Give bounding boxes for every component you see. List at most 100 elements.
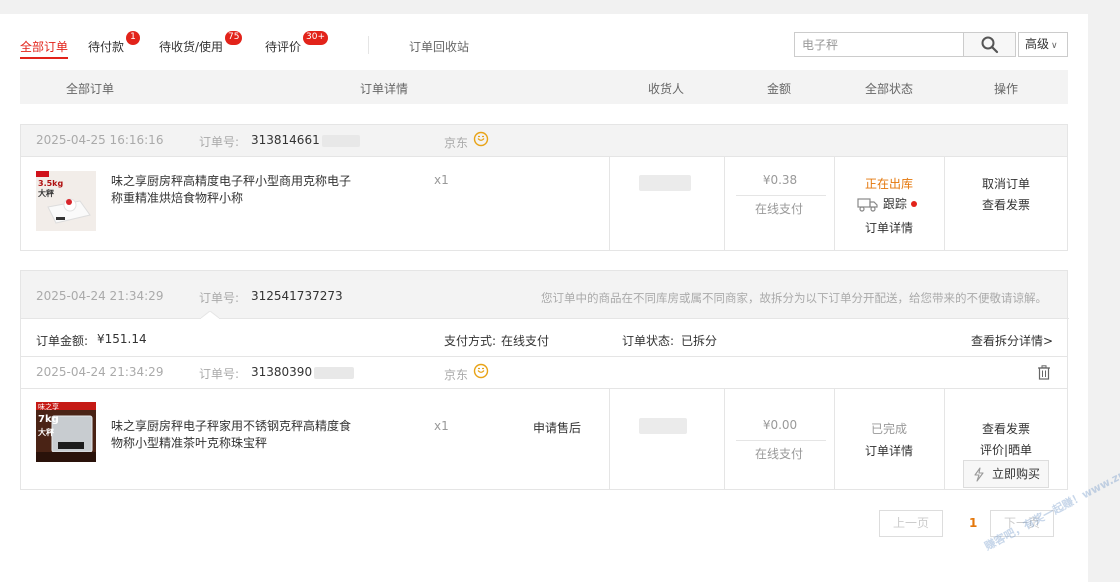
notification-dot — [910, 200, 917, 207]
order-datetime: 2025-04-24 21:34:29 — [36, 289, 164, 303]
amount-divider — [736, 195, 826, 196]
amount-divider — [736, 440, 826, 441]
product-quantity: x1 — [434, 419, 449, 433]
column-divider — [944, 389, 945, 489]
count-badge: 75 — [225, 31, 243, 45]
lightning-icon — [974, 467, 984, 482]
payment-method: 在线支付 — [755, 447, 804, 461]
prev-page-button[interactable]: 上一页 — [879, 510, 943, 537]
truck-icon — [857, 197, 878, 212]
product-title[interactable]: 味之享厨房秤高精度电子秤小型商用克称电子称重精准烘焙食物秤小称 — [111, 173, 356, 207]
product-quantity: x1 — [434, 173, 449, 187]
chevron-down-icon: ∨ — [1051, 41, 1058, 51]
order-no-label: 订单号: — [199, 367, 240, 381]
payment-method: 在线支付 — [755, 202, 804, 216]
order-card: 2025-04-25 16:16:16 订单号: 313814661 京东 3.… — [20, 124, 1068, 251]
tab-recycle-bin[interactable]: 订单回收站 — [409, 38, 469, 55]
tab-pending-receipt[interactable]: 待收货/使用 75 — [159, 31, 243, 55]
redacted-block — [314, 366, 355, 379]
cancel-order-link[interactable]: 取消订单 — [982, 175, 1030, 192]
thumb-caption: 大秤 — [38, 189, 54, 198]
thumb-brand: 味之享 — [38, 403, 59, 411]
column-divider — [609, 389, 610, 489]
receiver-name[interactable] — [639, 418, 687, 434]
advanced-search-dropdown[interactable]: 高级 ∨ — [1018, 32, 1068, 57]
chat-icon[interactable] — [473, 131, 489, 147]
sub-order-datetime: 2025-04-24 21:34:29 — [36, 365, 164, 379]
column-divider — [944, 157, 945, 250]
thumb-weight: 3.5kg — [38, 179, 64, 188]
table-header: 全部订单 订单详情 收货人 金额 全部状态 操作 — [20, 70, 1068, 104]
total-amount-label: 订单金额: — [36, 334, 89, 348]
tab-pending-payment[interactable]: 待付款 1 — [88, 31, 140, 55]
order-detail-link[interactable]: 订单详情 — [865, 442, 913, 459]
order-header: 2025-04-24 21:34:29 订单号: 312541737273 您订… — [21, 271, 1067, 318]
current-page[interactable]: 1 — [969, 516, 977, 530]
column-divider — [724, 157, 725, 250]
order-number[interactable]: 31380390 — [251, 365, 355, 379]
track-link[interactable]: 跟踪 — [857, 195, 917, 212]
review-link[interactable]: 评价|晒单 — [980, 441, 1032, 458]
search-input[interactable] — [794, 32, 964, 57]
order-number[interactable]: 312541737273 — [251, 289, 343, 303]
view-invoice-link[interactable]: 查看发票 — [982, 196, 1030, 213]
column-divider — [724, 389, 725, 489]
search-button[interactable] — [963, 32, 1016, 57]
split-notice: 您订单中的商品在不同库房或属不同商家，故拆分为以下订单分开配送，给您带来的不便敬… — [541, 291, 1047, 305]
column-header[interactable]: 全部订单 — [66, 80, 114, 97]
order-amount: ¥0.00 — [762, 418, 798, 432]
redacted-block — [639, 418, 687, 434]
order-no-label: 订单号: — [199, 291, 240, 305]
column-header[interactable]: 全部状态 — [865, 80, 913, 97]
order-number-text: 31380390 — [251, 365, 313, 379]
tab-all-orders[interactable]: 全部订单 — [20, 38, 69, 59]
order-detail-link[interactable]: 订单详情 — [865, 219, 913, 236]
state-value: 已拆分 — [681, 334, 718, 348]
thumb-caption: 大秤 — [38, 428, 54, 437]
column-divider — [834, 389, 835, 489]
order-card: 2025-04-24 21:34:29 订单号: 312541737273 您订… — [20, 270, 1069, 490]
track-label: 跟踪 — [882, 197, 907, 211]
product-title[interactable]: 味之享厨房秤电子秤家用不锈钢克秤高精度食物称小型精准茶叶克称珠宝秤 — [111, 418, 356, 452]
column-header: 订单详情 — [360, 82, 409, 96]
advanced-label: 高级 — [1025, 37, 1050, 51]
view-split-details-link[interactable]: 查看拆分详情> — [971, 332, 1053, 349]
shop-name[interactable]: 京东 — [444, 366, 468, 383]
total-amount: ¥151.14 — [97, 332, 147, 346]
receiver-name[interactable] — [639, 175, 691, 191]
column-header: 收货人 — [648, 82, 685, 96]
tab-divider — [368, 36, 369, 54]
sub-order-header: 2025-04-24 21:34:29 订单号: 31380390 京东 — [21, 356, 1067, 389]
column-divider — [834, 157, 835, 250]
column-header: 金额 — [767, 82, 792, 96]
count-badge: 1 — [126, 31, 140, 45]
order-amount: ¥0.38 — [762, 173, 798, 187]
header-divider — [21, 318, 201, 319]
order-datetime: 2025-04-25 16:16:16 — [36, 133, 164, 147]
order-no-label: 订单号: — [199, 135, 240, 149]
tab-label: 待收货/使用 — [159, 40, 224, 54]
product-thumbnail[interactable]: 味之享 7kg 大秤 — [36, 402, 96, 462]
trash-icon[interactable] — [1037, 365, 1051, 380]
header-divider — [219, 318, 1069, 319]
order-header: 2025-04-25 16:16:16 订单号: 313814661 京东 — [21, 125, 1067, 157]
redacted-block — [321, 134, 360, 147]
payment-value: 在线支付 — [501, 334, 550, 348]
order-number[interactable]: 313814661 — [251, 133, 360, 147]
tab-pending-review[interactable]: 待评价 30+ — [265, 31, 328, 55]
order-status: 正在出库 — [865, 177, 914, 191]
product-thumbnail[interactable]: 3.5kg 大秤 — [36, 171, 96, 231]
search-icon — [981, 36, 999, 54]
shop-name[interactable]: 京东 — [444, 134, 468, 151]
buy-label: 立即购买 — [992, 467, 1041, 481]
buy-again-button[interactable]: 立即购买 — [963, 460, 1049, 488]
count-badge: 30+ — [303, 31, 328, 45]
column-header: 操作 — [994, 82, 1019, 96]
orders-panel: 全部订单 待付款 1 待收货/使用 75 待评价 30+ 订单回收站 高级∨ 全… — [0, 14, 1088, 582]
tab-label: 待付款 — [88, 40, 125, 54]
chat-icon[interactable] — [473, 363, 489, 379]
state-label: 订单状态: — [622, 334, 675, 348]
after-sale-link[interactable]: 申请售后 — [533, 419, 581, 436]
view-invoice-link[interactable]: 查看发票 — [982, 420, 1030, 437]
thumb-weight: 7kg — [38, 414, 59, 425]
